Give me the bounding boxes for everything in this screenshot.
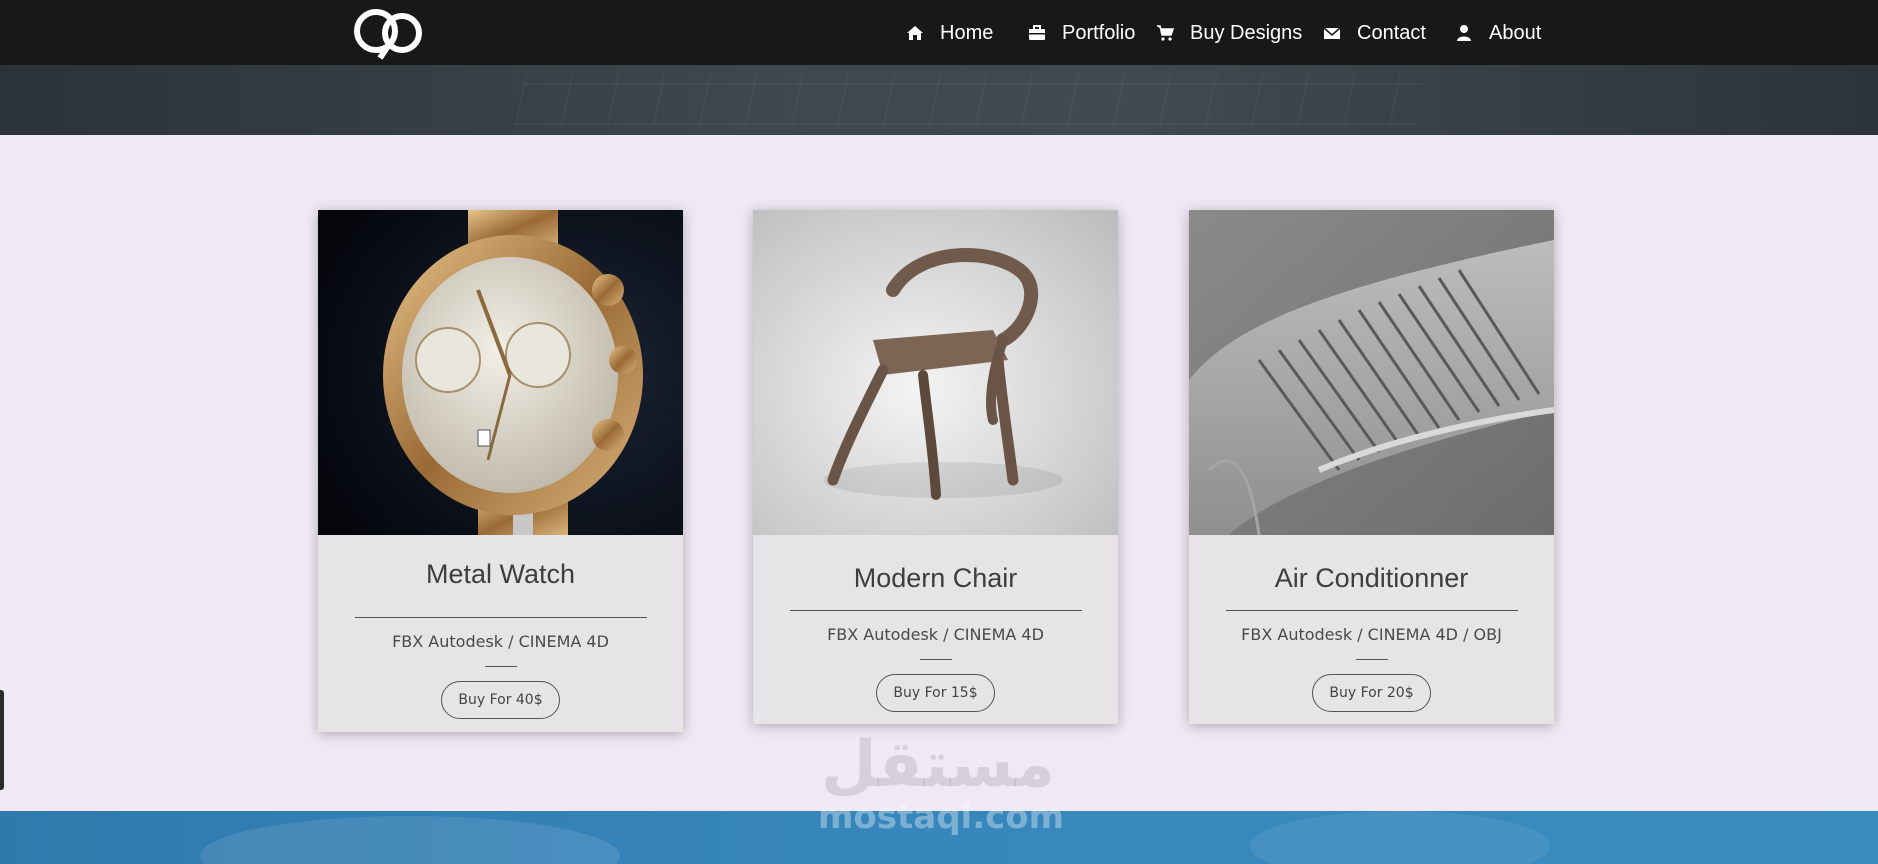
product-formats: FBX Autodesk / CINEMA 4D / OBJ xyxy=(1241,625,1502,644)
nav-portfolio[interactable]: Portfolio xyxy=(1028,20,1135,46)
nav-label: Contact xyxy=(1357,22,1426,44)
nav-home[interactable]: Home xyxy=(906,20,993,46)
nav-label: About xyxy=(1489,22,1542,44)
user-icon xyxy=(1455,24,1473,42)
product-card-air-conditioner: Air Conditionner FBX Autodesk / CINEMA 4… xyxy=(1189,210,1554,724)
product-formats: FBX Autodesk / CINEMA 4D xyxy=(827,625,1044,644)
buy-button[interactable]: Buy For 40$ xyxy=(441,681,560,719)
nav-contact[interactable]: Contact xyxy=(1323,20,1426,46)
product-card-modern-chair: Modern Chair FBX Autodesk / CINEMA 4D Bu… xyxy=(753,210,1118,724)
nav-label: Portfolio xyxy=(1062,22,1136,44)
nav-label: Home xyxy=(940,22,994,44)
nav-buy-designs[interactable]: Buy Designs xyxy=(1156,20,1302,46)
buy-button[interactable]: Buy For 15$ xyxy=(876,674,995,712)
product-formats: FBX Autodesk / CINEMA 4D xyxy=(392,632,609,651)
footer-decoration xyxy=(200,816,620,864)
air-conditioner-image[interactable] xyxy=(1189,210,1554,535)
modern-chair-image[interactable] xyxy=(753,210,1118,535)
hero-banner xyxy=(0,65,1878,135)
top-navbar: Home Portfolio Buy Designs Contact About xyxy=(0,0,1878,65)
product-title: Modern Chair xyxy=(853,563,1018,593)
watermark-arabic: مستقل xyxy=(820,728,1056,802)
nav-about[interactable]: About xyxy=(1455,20,1541,46)
metal-watch-image[interactable] xyxy=(318,210,683,535)
briefcase-icon xyxy=(1028,24,1046,42)
product-title: Metal Watch xyxy=(425,559,576,589)
product-title: Air Conditionner xyxy=(1274,563,1469,593)
home-icon xyxy=(906,24,924,42)
product-card-metal-watch: Metal Watch FBX Autodesk / CINEMA 4D Buy… xyxy=(318,210,683,732)
footer-band xyxy=(0,811,1878,864)
envelope-icon xyxy=(1323,24,1341,42)
cart-icon xyxy=(1156,24,1174,42)
hero-keyboard-background xyxy=(514,75,1426,125)
footer-decoration xyxy=(1250,811,1550,864)
buy-button[interactable]: Buy For 20$ xyxy=(1312,674,1431,712)
brand-logo[interactable] xyxy=(350,0,430,62)
side-tab-handle[interactable] xyxy=(0,690,4,790)
nav-label: Buy Designs xyxy=(1190,22,1303,44)
